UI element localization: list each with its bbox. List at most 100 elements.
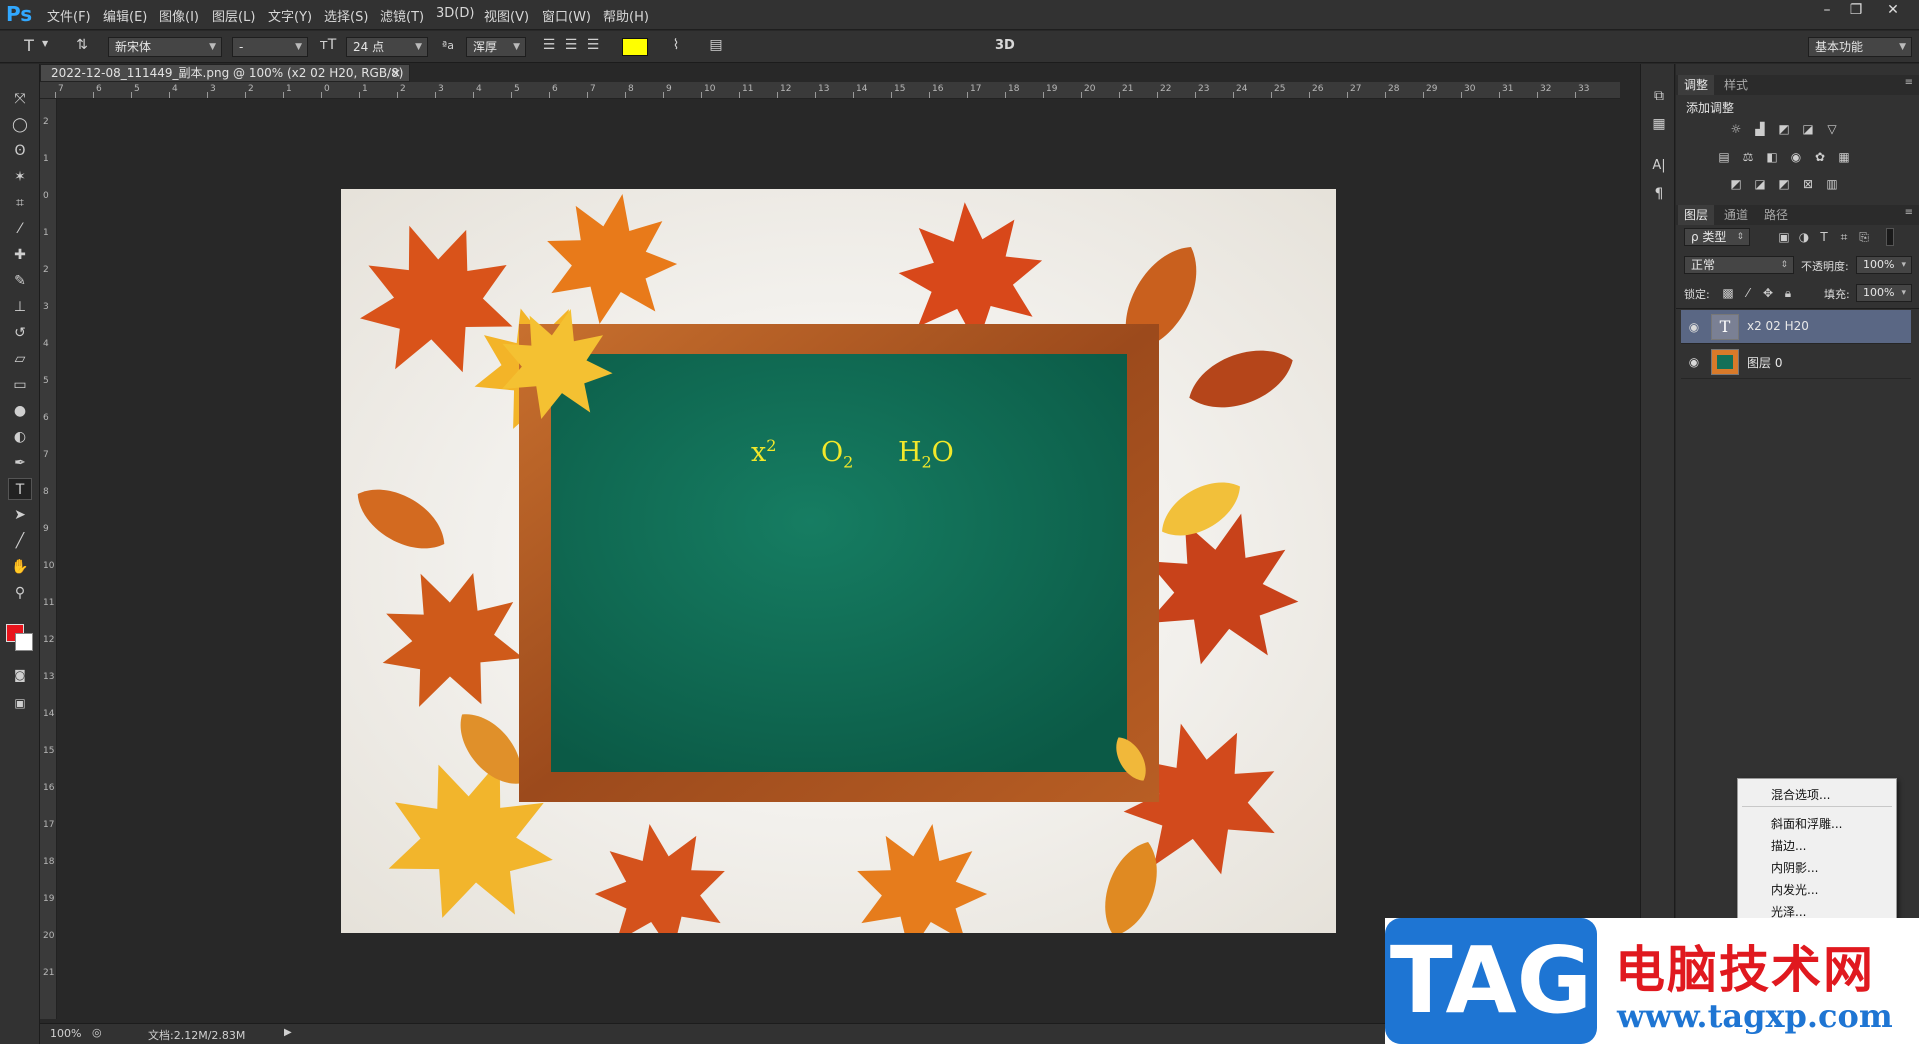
screen-mode-icon[interactable]: ▣ (8, 692, 32, 714)
photo-filter-icon[interactable]: ◉ (1788, 150, 1804, 164)
text-color-swatch[interactable] (622, 38, 648, 56)
3d-button[interactable]: 3D (995, 38, 1015, 53)
brush-tool-icon[interactable]: ✎ (8, 270, 32, 292)
move-tool-icon[interactable]: ⤧ (8, 88, 32, 110)
menu-help[interactable]: 帮助(H) (603, 6, 649, 25)
zoom-level[interactable]: 100% (50, 1027, 81, 1040)
lock-position-icon[interactable]: ✥ (1760, 286, 1776, 300)
close-document-icon[interactable]: × (391, 65, 401, 81)
menu-window[interactable]: 窗口(W) (542, 6, 591, 25)
crop-tool-icon[interactable]: ⌗ (8, 192, 32, 214)
lock-pixels-icon[interactable]: ⁄ (1740, 286, 1756, 300)
tab-styles[interactable]: 样式 (1718, 75, 1754, 95)
color-balance-icon[interactable]: ⚖ (1740, 150, 1756, 164)
line-tool-icon[interactable]: ╱ (8, 530, 32, 552)
filter-smart-icon[interactable]: ⎘ (1856, 230, 1872, 244)
blur-tool-icon[interactable]: ● (8, 400, 32, 422)
history-panel-icon[interactable]: ⧉ (1649, 88, 1669, 104)
selective-color-icon[interactable]: ⊠ (1800, 177, 1816, 191)
path-selection-tool-icon[interactable]: ➤ (8, 504, 32, 526)
eraser-tool-icon[interactable]: ▱ (8, 348, 32, 370)
eyedropper-tool-icon[interactable]: ⁄ (8, 218, 32, 240)
status-options-icon[interactable]: ◎ (92, 1026, 102, 1039)
vibrance-icon[interactable]: ▽ (1824, 122, 1840, 136)
tab-channels[interactable]: 通道 (1718, 205, 1754, 225)
menu-item-blending-options[interactable]: 混合选项... (1771, 786, 1830, 803)
workspace-select[interactable]: 基本功能 ▼ (1808, 37, 1912, 57)
pen-tool-icon[interactable]: ✒ (8, 452, 32, 474)
close-window-button[interactable]: ✕ (1880, 0, 1906, 20)
hue-icon[interactable]: ▤ (1716, 150, 1732, 164)
hand-tool-icon[interactable]: ✋ (8, 556, 32, 578)
clone-stamp-tool-icon[interactable]: ⊥ (8, 296, 32, 318)
menu-3d[interactable]: 3D(D) (436, 6, 474, 21)
curves-icon[interactable]: ◩ (1776, 122, 1792, 136)
menu-view[interactable]: 视图(V) (484, 6, 529, 25)
properties-panel-icon[interactable]: ▦ (1649, 116, 1669, 132)
panel-menu-icon[interactable]: ≡ (1905, 207, 1913, 218)
align-center-icon[interactable]: ☰ (562, 37, 580, 53)
tab-paths[interactable]: 路径 (1758, 205, 1794, 225)
marquee-tool-icon[interactable]: ◯ (8, 114, 32, 136)
invert-icon[interactable]: ◩ (1728, 177, 1744, 191)
font-style-select[interactable]: - ▼ (232, 37, 308, 57)
layer-row-image[interactable]: ◉ 图层 0 (1681, 345, 1911, 379)
bw-icon[interactable]: ◧ (1764, 150, 1780, 164)
panel-menu-icon[interactable]: ≡ (1905, 77, 1913, 88)
lock-transparency-icon[interactable]: ▩ (1720, 286, 1736, 300)
eye-icon[interactable]: ◉ (1686, 354, 1702, 370)
layer-filter-select[interactable]: ρ 类型 ⇕ (1684, 228, 1750, 246)
font-family-select[interactable]: 新宋体 ▼ (108, 37, 222, 57)
history-brush-tool-icon[interactable]: ↺ (8, 322, 32, 344)
opacity-input[interactable]: 100% ▾ (1856, 256, 1912, 274)
tab-adjustments[interactable]: 调整 (1678, 75, 1715, 95)
board-text-layer[interactable]: x2 O2 H2O (751, 436, 954, 471)
threshold-icon[interactable]: ◩ (1776, 177, 1792, 191)
menu-item-inner-shadow[interactable]: 内阴影... (1771, 859, 1818, 876)
blend-mode-select[interactable]: 正常 ⇕ (1684, 256, 1794, 274)
gradient-tool-icon[interactable]: ▭ (8, 374, 32, 396)
type-tool-preset-icon[interactable]: T (18, 36, 40, 55)
zoom-tool-icon[interactable]: ⚲ (8, 582, 32, 604)
menu-layer[interactable]: 图层(L) (212, 6, 255, 25)
restore-button[interactable]: ❐ (1843, 0, 1869, 20)
menu-filter[interactable]: 滤镜(T) (380, 6, 424, 25)
preset-dropdown-chevron-icon[interactable]: ▼ (42, 39, 48, 48)
menu-type[interactable]: 文字(Y) (268, 6, 312, 25)
posterize-icon[interactable]: ◪ (1752, 177, 1768, 191)
exposure-icon[interactable]: ◪ (1800, 122, 1816, 136)
lookup-icon[interactable]: ▦ (1836, 150, 1852, 164)
gradient-map-icon[interactable]: ▥ (1824, 177, 1840, 191)
menu-image[interactable]: 图像(I) (159, 6, 199, 25)
lock-all-icon[interactable]: 🔒︎ (1780, 286, 1796, 300)
filter-pixel-icon[interactable]: ▣ (1776, 230, 1792, 244)
type-tool-icon[interactable]: T (8, 478, 32, 500)
eye-icon[interactable]: ◉ (1686, 319, 1702, 335)
font-size-select[interactable]: 24 点 ▼ (346, 37, 428, 57)
menu-item-stroke[interactable]: 描边... (1771, 837, 1806, 854)
character-panel-icon[interactable]: ▤ (706, 37, 726, 53)
filter-type-icon[interactable]: T (1816, 230, 1832, 244)
tab-layers[interactable]: 图层 (1678, 205, 1715, 225)
menu-file[interactable]: 文件(F) (47, 6, 91, 25)
warp-text-icon[interactable]: ⌇ (666, 37, 686, 53)
document-tab[interactable]: 2022-12-08_111449_副本.png @ 100% (x2 02 H… (40, 64, 410, 96)
quick-mask-icon[interactable]: ◙ (8, 664, 32, 686)
magic-wand-tool-icon[interactable]: ✶ (8, 166, 32, 188)
layer-row-text[interactable]: ◉ T x2 02 H20 (1681, 310, 1911, 344)
filter-toggle[interactable] (1886, 228, 1894, 246)
dodge-tool-icon[interactable]: ◐ (8, 426, 32, 448)
filter-shape-icon[interactable]: ⌗ (1836, 230, 1852, 244)
menu-edit[interactable]: 编辑(E) (103, 6, 147, 25)
fill-input[interactable]: 100% ▾ (1856, 284, 1912, 302)
text-orientation-icon[interactable]: ⇅ (72, 37, 92, 53)
document-image[interactable]: x2 O2 H2O (341, 189, 1336, 933)
align-left-icon[interactable]: ☰ (540, 37, 558, 53)
menu-item-bevel-emboss[interactable]: 斜面和浮雕... (1771, 815, 1842, 832)
lasso-tool-icon[interactable]: ʘ (8, 140, 32, 162)
align-right-icon[interactable]: ☰ (584, 37, 602, 53)
menu-select[interactable]: 选择(S) (324, 6, 368, 25)
minimize-button[interactable]: – (1814, 0, 1840, 20)
paragraph-panel-icon[interactable]: ¶ (1649, 186, 1669, 202)
healing-brush-tool-icon[interactable]: ✚ (8, 244, 32, 266)
